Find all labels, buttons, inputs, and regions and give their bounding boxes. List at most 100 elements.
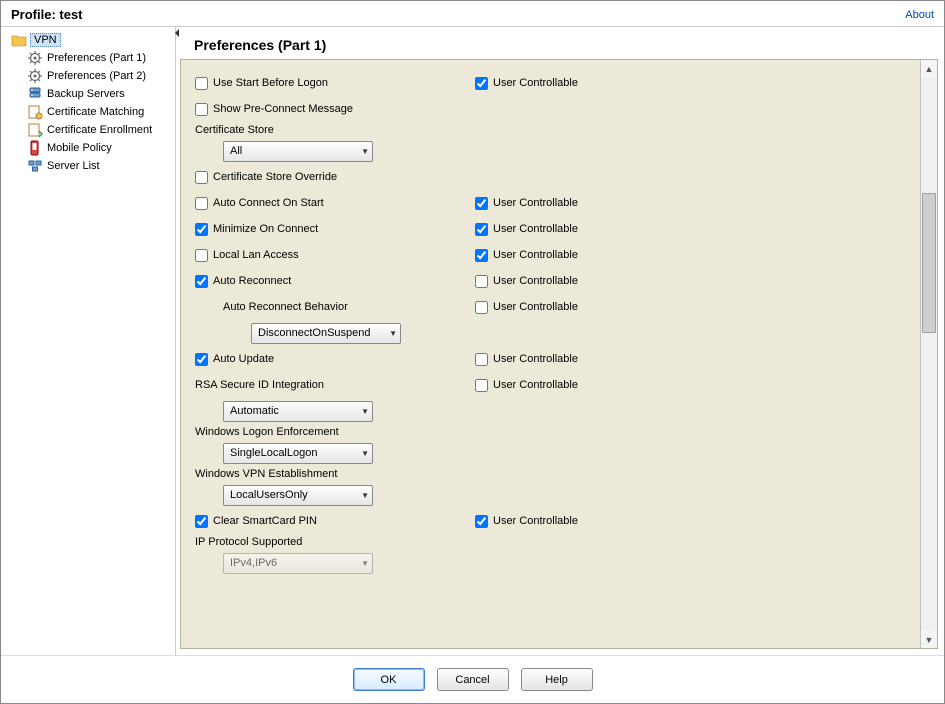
auto-reconnect-label: Auto Reconnect [213,275,291,287]
about-link[interactable]: About [905,9,934,21]
ip-proto-select[interactable]: IPv4,IPv6 ▼ [223,553,373,574]
uc-label: User Controllable [493,379,578,391]
auto-reconnect-behavior-value: DisconnectOnSuspend [258,327,371,339]
ip-proto-value: IPv4,IPv6 [230,557,277,569]
rsa-label: RSA Secure ID Integration [195,379,324,391]
clear-smartcard-uc-checkbox[interactable] [475,515,488,528]
uc-label: User Controllable [493,249,578,261]
clear-smartcard-label: Clear SmartCard PIN [213,515,317,527]
cert-store-select[interactable]: All ▼ [223,141,373,162]
uc-label: User Controllable [493,515,578,527]
auto-connect-label: Auto Connect On Start [213,197,324,209]
local-lan-uc-checkbox[interactable] [475,249,488,262]
minimize-checkbox[interactable] [195,223,208,236]
auto-reconnect-behavior-label: Auto Reconnect Behavior [223,301,348,313]
tree-item-prefs1[interactable]: Preferences (Part 1) [27,49,175,67]
certificate-enroll-icon [27,122,43,138]
use-start-before-logon-label: Use Start Before Logon [213,77,328,89]
local-lan-checkbox[interactable] [195,249,208,262]
tree-item-cert-matching[interactable]: Certificate Matching [27,103,175,121]
body: VPN Preferences (Part 1) Preferences (Pa… [1,26,944,655]
cert-store-label: Certificate Store [195,122,906,138]
auto-connect-checkbox[interactable] [195,197,208,210]
auto-update-label: Auto Update [213,353,274,365]
clear-smartcard-checkbox[interactable] [195,515,208,528]
sidebar-tree: VPN Preferences (Part 1) Preferences (Pa… [1,27,176,655]
show-preconnect-checkbox[interactable] [195,103,208,116]
content: Preferences (Part 1) Use Start Before Lo… [180,27,944,655]
tree-item-label: Preferences (Part 2) [47,70,146,82]
auto-update-uc-checkbox[interactable] [475,353,488,366]
tree-item-server-list[interactable]: Server List [27,157,175,175]
auto-reconnect-behavior-uc-checkbox[interactable] [475,301,488,314]
help-button[interactable]: Help [521,668,593,691]
rsa-uc-checkbox[interactable] [475,379,488,392]
gear-icon [27,50,43,66]
auto-reconnect-checkbox[interactable] [195,275,208,288]
tree-item-prefs2[interactable]: Preferences (Part 2) [27,67,175,85]
certificate-icon [27,104,43,120]
scroll-down-arrow-icon[interactable]: ▼ [921,631,937,648]
uc-label: User Controllable [493,223,578,235]
tree-root-label: VPN [30,33,61,47]
win-vpn-select[interactable]: LocalUsersOnly ▼ [223,485,373,506]
folder-icon [11,32,27,48]
chevron-down-icon: ▼ [361,147,369,156]
show-preconnect-label: Show Pre-Connect Message [213,103,353,115]
profile-editor-window: Profile: test About VPN Preferences (Par… [0,0,945,704]
mobile-icon [27,140,43,156]
tree-item-label: Certificate Enrollment [47,124,152,136]
tree-item-cert-enrollment[interactable]: Certificate Enrollment [27,121,175,139]
tree-item-backup-servers[interactable]: Backup Servers [27,85,175,103]
chevron-down-icon: ▼ [361,491,369,500]
server-icon [27,86,43,102]
auto-update-checkbox[interactable] [195,353,208,366]
tree-item-label: Server List [47,160,100,172]
uc-label: User Controllable [493,353,578,365]
uc-label: User Controllable [493,77,578,89]
scroll-area: Use Start Before Logon User Controllable… [181,60,920,648]
cert-store-override-checkbox[interactable] [195,171,208,184]
footer: OK Cancel Help [1,655,944,703]
minimize-uc-checkbox[interactable] [475,223,488,236]
chevron-down-icon: ▼ [389,329,397,338]
win-vpn-value: LocalUsersOnly [230,489,308,501]
server-list-icon [27,158,43,174]
cancel-button[interactable]: Cancel [437,668,509,691]
content-title: Preferences (Part 1) [180,27,944,59]
tree-item-label: Backup Servers [47,88,125,100]
win-vpn-label: Windows VPN Establishment [195,466,906,482]
tree-item-mobile-policy[interactable]: Mobile Policy [27,139,175,157]
minimize-label: Minimize On Connect [213,223,318,235]
auto-connect-uc-checkbox[interactable] [475,197,488,210]
auto-reconnect-behavior-select[interactable]: DisconnectOnSuspend ▼ [251,323,401,344]
win-logon-value: SingleLocalLogon [230,447,317,459]
win-logon-label: Windows Logon Enforcement [195,424,906,440]
tree-item-label: Certificate Matching [47,106,144,118]
ok-button[interactable]: OK [353,668,425,691]
chevron-down-icon: ▼ [361,449,369,458]
preferences-panel: Use Start Before Logon User Controllable… [180,59,938,649]
chevron-down-icon: ▼ [361,559,369,568]
tree-item-label: Preferences (Part 1) [47,52,146,64]
win-logon-select[interactable]: SingleLocalLogon ▼ [223,443,373,464]
header: Profile: test About [1,1,944,26]
use-start-before-logon-checkbox[interactable] [195,77,208,90]
rsa-select[interactable]: Automatic ▼ [223,401,373,422]
scroll-thumb[interactable] [922,193,936,333]
cert-store-value: All [230,145,242,157]
local-lan-label: Local Lan Access [213,249,299,261]
scroll-track[interactable] [921,77,937,631]
gear-icon [27,68,43,84]
tree-item-label: Mobile Policy [47,142,112,154]
tree-root-vpn[interactable]: VPN [7,31,175,49]
use-start-before-logon-uc-checkbox[interactable] [475,77,488,90]
rsa-value: Automatic [230,405,279,417]
cert-store-override-label: Certificate Store Override [213,171,337,183]
ip-proto-label: IP Protocol Supported [195,534,906,550]
uc-label: User Controllable [493,197,578,209]
auto-reconnect-uc-checkbox[interactable] [475,275,488,288]
scroll-up-arrow-icon[interactable]: ▲ [921,60,937,77]
chevron-down-icon: ▼ [361,407,369,416]
vertical-scrollbar[interactable]: ▲ ▼ [920,60,937,648]
